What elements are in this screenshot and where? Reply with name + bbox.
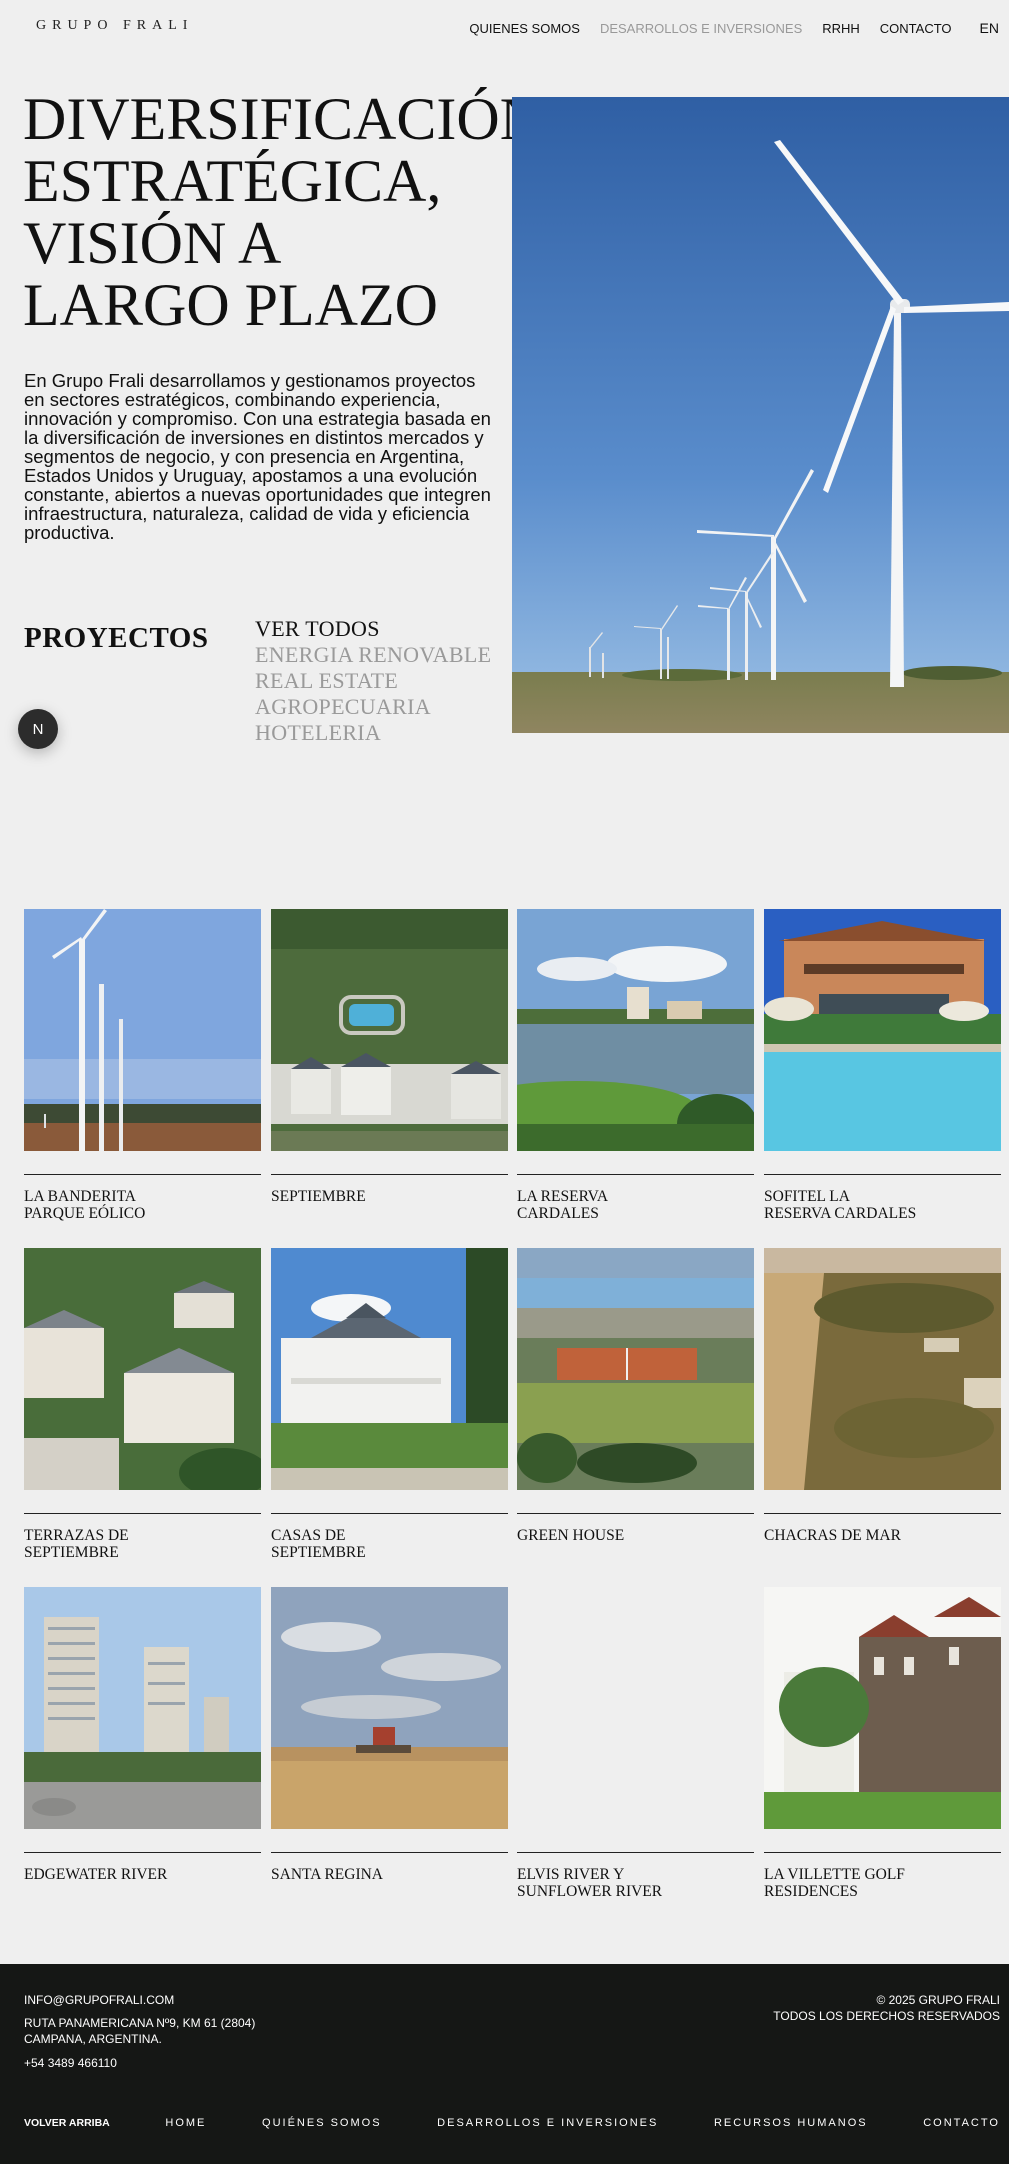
project-card-edgewater-river[interactable]: EDGEWATER RIVER	[24, 1587, 261, 1884]
project-name: LA VILLETTE GOLF RESIDENCES	[764, 1866, 905, 1900]
project-card-la-reserva-cardales[interactable]: LA RESERVA CARDALES	[517, 909, 754, 1222]
project-card-la-banderita[interactable]: LA BANDERITA PARQUE EÓLICO	[24, 909, 261, 1222]
nav-desarrollos-inversiones[interactable]: DESARROLLOS E INVERSIONES	[600, 21, 802, 36]
nav-rrhh[interactable]: RRHH	[822, 21, 860, 36]
hero-description: En Grupo Frali desarrollamos y gestionam…	[24, 370, 491, 543]
footer-nav-desarrollos[interactable]: DESARROLLOS E INVERSIONES	[437, 2117, 658, 2129]
project-image-tennis-courts	[517, 1248, 754, 1490]
filter-energia-renovable[interactable]: ENERGIA RENOVABLE	[255, 642, 491, 668]
card-divider	[764, 1852, 1001, 1853]
project-image-stone-building	[764, 1587, 1001, 1829]
hero-title-line: DIVERSIFICACIÓN	[23, 86, 544, 152]
footer-copyright: © 2025 GRUPO FRALI	[876, 1993, 1000, 2007]
filter-agropecuaria[interactable]: AGROPECUARIA	[255, 694, 491, 720]
hero-title-line: LARGO PLAZO	[23, 272, 438, 338]
project-card-elvis-river[interactable]: ELVIS RIVER Y SUNFLOWER RIVER	[517, 1587, 754, 1900]
project-image-lakeside-resort	[517, 909, 754, 1151]
footer-legal: © 2025 GRUPO FRALI TODOS LOS DERECHOS RE…	[773, 1992, 1000, 2024]
project-image-hotel-pool	[764, 909, 1001, 1151]
filter-real-estate[interactable]: REAL ESTATE	[255, 668, 491, 694]
project-card-sofitel[interactable]: SOFITEL LA RESERVA CARDALES	[764, 909, 1001, 1222]
project-name: CASAS DE SEPTIEMBRE	[271, 1527, 366, 1561]
floating-n-button[interactable]: N	[18, 709, 58, 749]
filter-hoteleria[interactable]: HOTELERIA	[255, 720, 491, 746]
site-logo[interactable]: GRUPO FRALI	[36, 18, 193, 34]
language-switch[interactable]: EN	[980, 20, 999, 36]
footer-rights: TODOS LOS DERECHOS RESERVADOS	[773, 2009, 1000, 2023]
footer-address-line: RUTA PANAMERICANA Nº9, KM 61 (2804)	[24, 2016, 256, 2030]
project-name: SOFITEL LA RESERVA CARDALES	[764, 1188, 917, 1222]
nav-quienes-somos[interactable]: QUIENES SOMOS	[469, 21, 580, 36]
footer-address: RUTA PANAMERICANA Nº9, KM 61 (2804) CAMP…	[24, 2015, 255, 2047]
footer-phone-link[interactable]: +54 3489 466110	[24, 2055, 255, 2071]
project-card-la-villette[interactable]: LA VILLETTE GOLF RESIDENCES	[764, 1587, 1001, 1900]
card-divider	[24, 1852, 261, 1853]
project-image-dunes	[764, 1248, 1001, 1490]
main-nav: QUIENES SOMOS DESARROLLOS E INVERSIONES …	[469, 20, 1009, 36]
card-divider	[271, 1174, 508, 1175]
project-image-placeholder	[517, 1587, 754, 1829]
project-image-wind-farm	[24, 909, 261, 1151]
project-name: SEPTIEMBRE	[271, 1188, 366, 1205]
card-divider	[24, 1513, 261, 1514]
project-name: SANTA REGINA	[271, 1866, 383, 1883]
card-divider	[517, 1174, 754, 1175]
project-name: GREEN HOUSE	[517, 1527, 625, 1544]
project-name: CHACRAS DE MAR	[764, 1527, 901, 1544]
card-divider	[517, 1852, 754, 1853]
project-image-towers	[24, 1587, 261, 1829]
project-card-santa-regina[interactable]: SANTA REGINA	[271, 1587, 508, 1884]
card-divider	[764, 1174, 1001, 1175]
site-footer: INFO@GRUPOFRALI.COM RUTA PANAMERICANA Nº…	[0, 1964, 1009, 2164]
card-divider	[24, 1174, 261, 1175]
project-card-green-house[interactable]: GREEN HOUSE	[517, 1248, 754, 1545]
project-image-white-house	[271, 1248, 508, 1490]
project-name: LA BANDERITA PARQUE EÓLICO	[24, 1188, 146, 1222]
footer-address-line: CAMPANA, ARGENTINA.	[24, 2032, 162, 2046]
project-card-septiembre[interactable]: SEPTIEMBRE	[271, 909, 508, 1206]
hero-title-line: ESTRATÉGICA,	[23, 148, 442, 214]
project-name: TERRAZAS DE SEPTIEMBRE	[24, 1527, 129, 1561]
footer-contact: INFO@GRUPOFRALI.COM RUTA PANAMERICANA Nº…	[24, 1992, 255, 2078]
back-to-top-link[interactable]: VOLVER ARRIBA	[24, 2117, 110, 2129]
footer-nav-home[interactable]: HOME	[165, 2117, 206, 2129]
project-image-aerial-condos	[24, 1248, 261, 1490]
project-card-terrazas-de-septiembre[interactable]: TERRAZAS DE SEPTIEMBRE	[24, 1248, 261, 1561]
card-divider	[271, 1513, 508, 1514]
footer-nav: VOLVER ARRIBA HOME QUIÉNES SOMOS DESARRO…	[24, 2117, 1000, 2129]
projects-heading: PROYECTOS	[24, 622, 209, 654]
hero-wind-turbine-image	[512, 97, 1009, 733]
project-card-chacras-de-mar[interactable]: CHACRAS DE MAR	[764, 1248, 1001, 1545]
footer-email-link[interactable]: INFO@GRUPOFRALI.COM	[24, 1992, 255, 2008]
filter-ver-todos[interactable]: VER TODOS	[255, 616, 491, 642]
hero-title: DIVERSIFICACIÓN ESTRATÉGICA, VISIÓN A LA…	[23, 88, 543, 336]
card-divider	[271, 1852, 508, 1853]
project-image-harvester-field	[271, 1587, 508, 1829]
project-card-casas-de-septiembre[interactable]: CASAS DE SEPTIEMBRE	[271, 1248, 508, 1561]
project-name: EDGEWATER RIVER	[24, 1866, 168, 1883]
project-name: LA RESERVA CARDALES	[517, 1188, 609, 1222]
footer-nav-recursos-humanos[interactable]: RECURSOS HUMANOS	[714, 2117, 868, 2129]
footer-nav-contacto[interactable]: CONTACTO	[923, 2117, 1000, 2129]
hero-title-line: VISIÓN A	[23, 210, 282, 276]
project-filters: VER TODOS ENERGIA RENOVABLE REAL ESTATE …	[255, 616, 491, 746]
nav-contacto[interactable]: CONTACTO	[880, 21, 952, 36]
card-divider	[764, 1513, 1001, 1514]
project-image-aerial-houses	[271, 909, 508, 1151]
footer-nav-quienes-somos[interactable]: QUIÉNES SOMOS	[262, 2117, 382, 2129]
project-name: ELVIS RIVER Y SUNFLOWER RIVER	[517, 1866, 663, 1900]
card-divider	[517, 1513, 754, 1514]
